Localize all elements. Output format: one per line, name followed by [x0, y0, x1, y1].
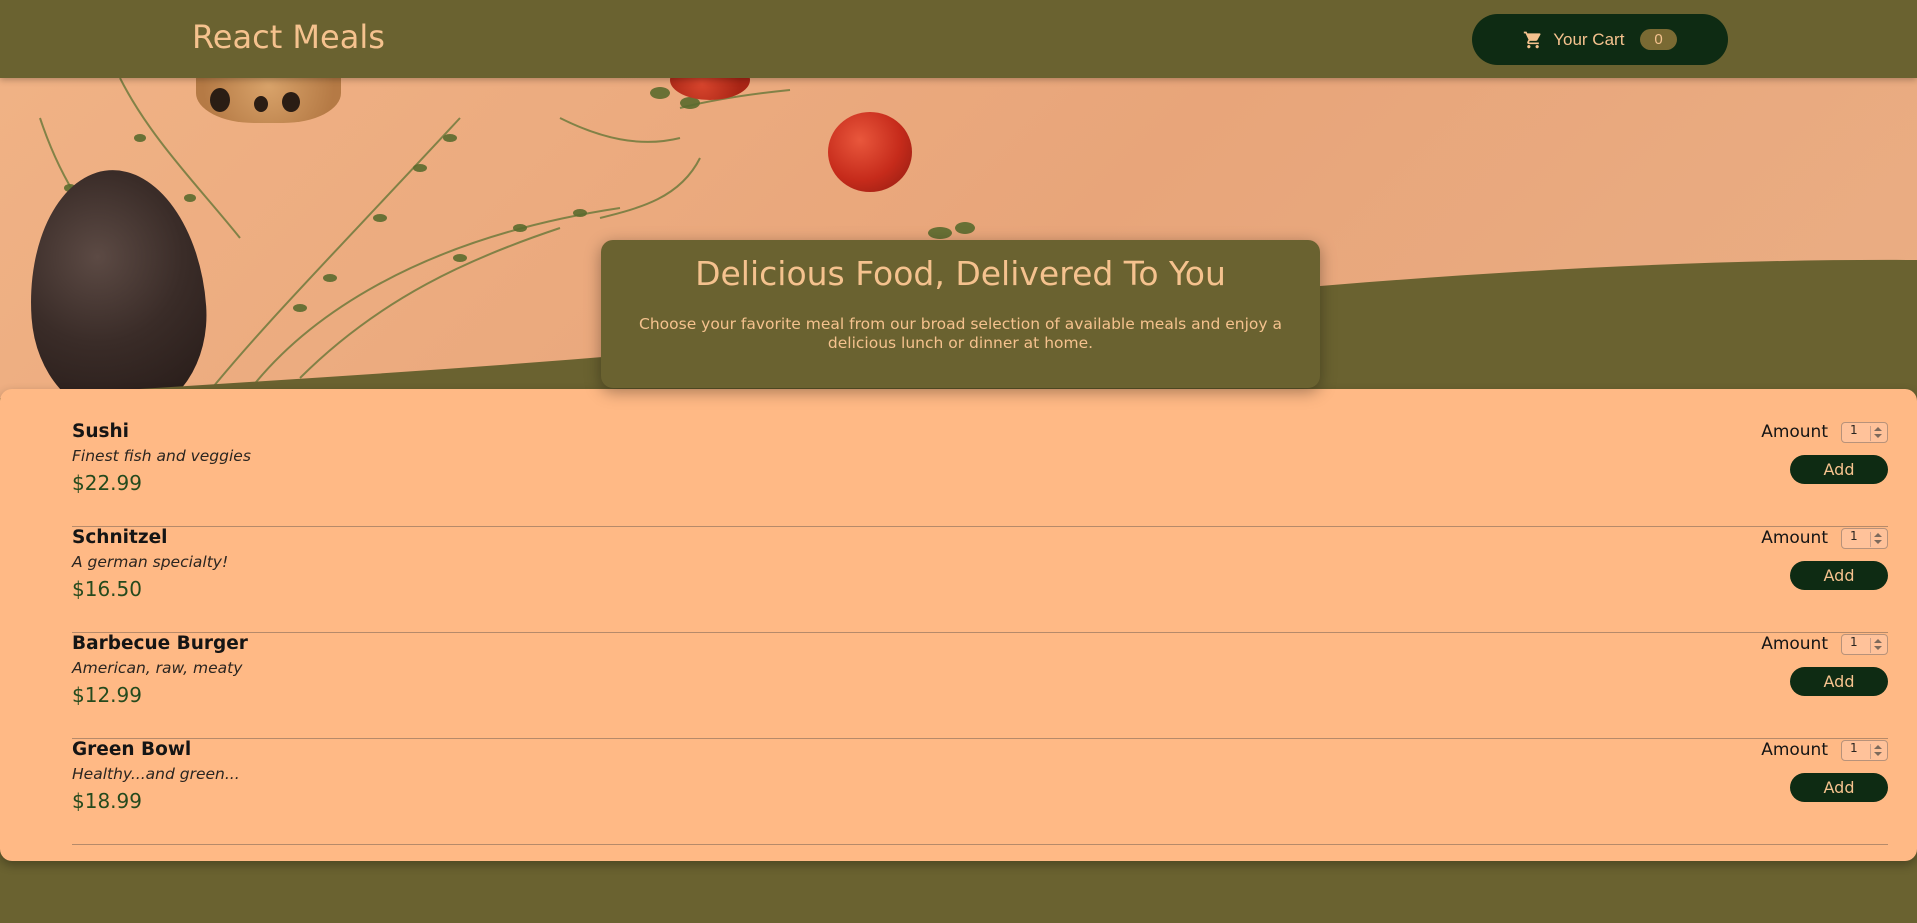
meals-card: Sushi Finest fish and veggies $22.99 Amo… — [0, 389, 1917, 861]
cart-count-badge: 0 — [1640, 29, 1677, 50]
meal-description: Finest fish and veggies — [72, 447, 251, 465]
cart-label: Your Cart — [1553, 29, 1625, 49]
amount-input[interactable]: 1 — [1841, 634, 1888, 655]
add-button[interactable]: Add — [1790, 455, 1888, 484]
amount-label: Amount — [1761, 528, 1828, 548]
add-button[interactable]: Add — [1790, 773, 1888, 802]
amount-input[interactable]: 1 — [1841, 422, 1888, 443]
meal-description: A german specialty! — [72, 553, 229, 571]
meal-name: Barbecue Burger — [72, 633, 248, 654]
meal-name: Schnitzel — [72, 527, 168, 548]
amount-value: 1 — [1850, 741, 1858, 755]
amount-input[interactable]: 1 — [1841, 528, 1888, 549]
cart-icon — [1523, 30, 1543, 50]
app-logo: React Meals — [192, 18, 385, 56]
cart-button[interactable]: Your Cart 0 — [1472, 14, 1728, 65]
amount-label: Amount — [1761, 422, 1828, 442]
intro-title: Delicious Food, Delivered To You — [695, 254, 1226, 293]
amount-value: 1 — [1850, 635, 1858, 649]
amount-label: Amount — [1761, 740, 1828, 760]
amount-spinner[interactable] — [1870, 426, 1884, 441]
meal-item-schnitzel: Schnitzel A german specialty! $16.50 Amo… — [72, 527, 1888, 633]
intro-summary-card: Delicious Food, Delivered To You Choose … — [601, 240, 1320, 388]
meal-price: $12.99 — [72, 683, 142, 707]
amount-input[interactable]: 1 — [1841, 740, 1888, 761]
meal-list: Sushi Finest fish and veggies $22.99 Amo… — [72, 389, 1888, 845]
amount-value: 1 — [1850, 529, 1858, 543]
meal-description: Healthy...and green... — [72, 765, 240, 783]
app-header: React Meals Your Cart 0 — [0, 0, 1917, 78]
amount-spinner[interactable] — [1870, 638, 1884, 653]
meal-item-sushi: Sushi Finest fish and veggies $22.99 Amo… — [72, 421, 1888, 527]
meal-price: $16.50 — [72, 577, 142, 601]
intro-text: Choose your favorite meal from our broad… — [639, 315, 1282, 352]
meal-item-green-bowl: Green Bowl Healthy...and green... $18.99… — [72, 739, 1888, 845]
meal-item-barbecue-burger: Barbecue Burger American, raw, meaty $12… — [72, 633, 1888, 739]
meal-price: $18.99 — [72, 789, 142, 813]
amount-spinner[interactable] — [1870, 744, 1884, 759]
amount-value: 1 — [1850, 423, 1858, 437]
amount-label: Amount — [1761, 634, 1828, 654]
amount-spinner[interactable] — [1870, 532, 1884, 547]
meal-name: Green Bowl — [72, 739, 192, 760]
add-button[interactable]: Add — [1790, 561, 1888, 590]
meal-description: American, raw, meaty — [72, 659, 243, 677]
meal-name: Sushi — [72, 421, 130, 442]
meal-price: $22.99 — [72, 471, 142, 495]
add-button[interactable]: Add — [1790, 667, 1888, 696]
